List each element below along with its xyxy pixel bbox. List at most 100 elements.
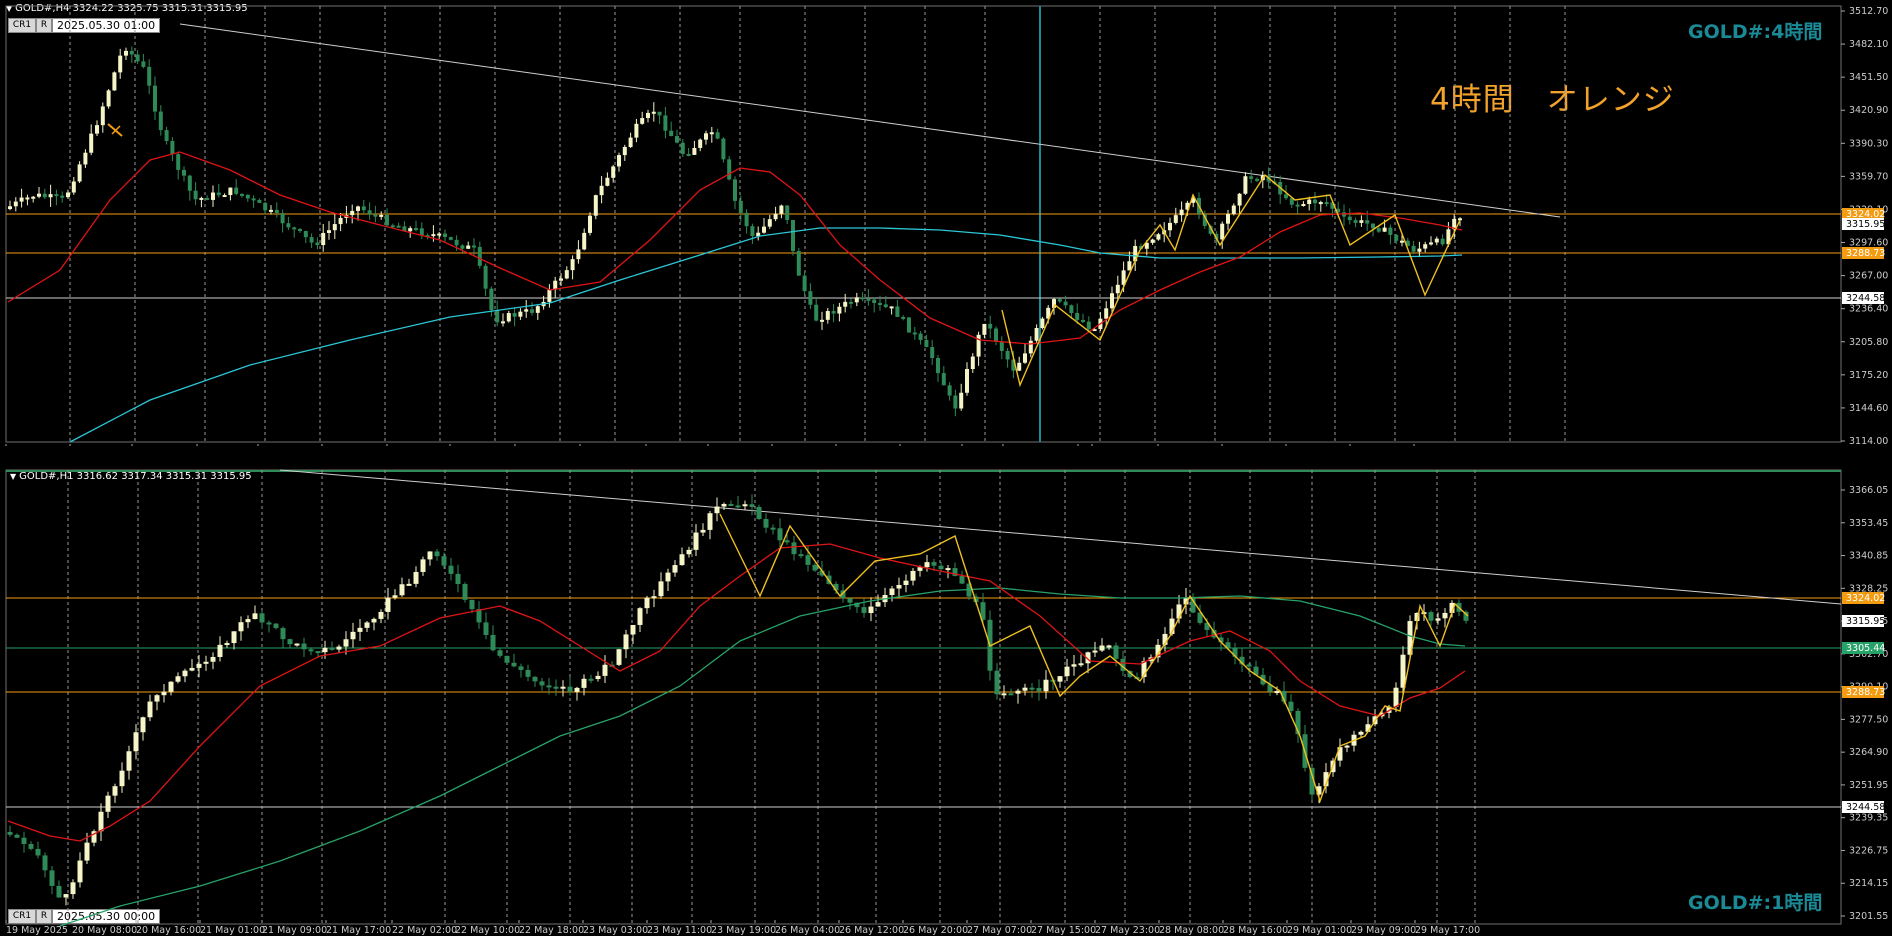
h4-candle: [19, 197, 24, 202]
h1-candle: [651, 596, 657, 599]
h4-candle: [269, 209, 273, 212]
h4-candle: [164, 130, 169, 141]
time-tick-label: 22 May 02:00: [392, 925, 457, 936]
price-tick-label: 3277.50: [1849, 714, 1888, 725]
h4-candle: [907, 317, 911, 333]
h1-candle: [483, 622, 489, 635]
h4-candle: [472, 245, 476, 248]
h4-candle: [1220, 223, 1225, 240]
h4-candle: [48, 194, 53, 198]
h4-candle: [1115, 284, 1120, 294]
h4-candle: [1429, 242, 1433, 245]
h1-candle: [350, 631, 356, 640]
h1-candle: [903, 580, 909, 585]
h1-price-chart[interactable]: 3366.053353.453340.853328.253315.953302.…: [0, 466, 1892, 936]
h4-candle: [1040, 318, 1045, 328]
h4-candle: [564, 270, 569, 279]
h1-candle: [315, 651, 321, 654]
h4-candle: [153, 85, 157, 112]
h4-candle: [280, 213, 285, 224]
h4-candle: [779, 205, 784, 214]
h1-candle: [679, 554, 685, 566]
h4-candle: [947, 385, 952, 396]
h4-candle: [332, 224, 337, 231]
h1-candle: [287, 639, 293, 645]
h4-candle: [698, 139, 703, 148]
h4-candle: [431, 234, 436, 237]
h1-candle: [1092, 650, 1098, 653]
h1-candle: [308, 649, 314, 652]
h4-candle: [959, 392, 964, 409]
h1-candle: [1099, 645, 1105, 651]
h1-candle: [959, 575, 965, 584]
h4-candle: [1075, 312, 1080, 320]
h4-candle: [785, 205, 790, 221]
time-tick-label: 21 May 01:00: [200, 925, 265, 936]
h4-candle: [495, 310, 500, 323]
h4-chart-window[interactable]: ▼ GOLD#,H4 3324.22 3325.75 3315.31 3315.9…: [0, 0, 1892, 446]
price-tick-label: 3201.55: [1849, 911, 1888, 922]
h1-candle: [133, 732, 139, 752]
h4-candle: [118, 55, 123, 73]
h4-candle: [773, 213, 778, 220]
h4-candle: [1313, 199, 1317, 204]
h4-candle: [460, 245, 465, 249]
h1-chart-window[interactable]: ▼ GOLD#,H1 3316.62 3317.34 3315.31 3315.9…: [0, 466, 1892, 936]
h4-candle: [100, 106, 105, 126]
h1-candle: [847, 598, 853, 603]
h4-candle: [808, 291, 813, 305]
h1-candle: [112, 786, 118, 796]
time-tick-label: 26 May 12:00: [839, 925, 904, 936]
price-tick-label: 3236.40: [1849, 304, 1888, 315]
h1-candle: [385, 597, 391, 612]
h1-candle: [875, 602, 881, 607]
h4-candle: [646, 112, 650, 119]
price-tick-label: 3239.35: [1849, 813, 1888, 824]
price-tick-label: 3482.10: [1849, 39, 1888, 50]
h4-candle: [66, 192, 70, 198]
h4-price-chart[interactable]: 3512.70 3482.10 3451.50 3420.90 3390.30 3359.…: [0, 0, 1892, 446]
h1-candle: [1358, 731, 1364, 735]
h4-candle: [437, 233, 442, 236]
h1-candle: [245, 619, 251, 623]
h1-candles: [7, 494, 1469, 906]
h1-candle: [84, 842, 90, 861]
h4-candle: [141, 61, 146, 67]
h4-candle: [25, 197, 30, 200]
h4-candle: [1388, 227, 1393, 235]
h1-candle: [742, 504, 748, 507]
h4-candle: [721, 138, 726, 160]
h1-candle: [98, 811, 104, 832]
h4-candle: [883, 304, 888, 308]
h1-trendline: [279, 469, 1842, 605]
h1-candle: [1029, 687, 1035, 690]
h1-candle: [1106, 645, 1112, 648]
h4-candle: [71, 181, 76, 193]
h1-candle: [238, 622, 244, 632]
h1-candle: [945, 568, 951, 571]
h4-candle: [796, 251, 801, 276]
h4-candle: [373, 214, 378, 217]
h4-candle: [1156, 234, 1161, 240]
h4-candle: [1023, 353, 1027, 363]
h1-candle: [588, 678, 594, 681]
h1-candle: [574, 687, 580, 692]
h4-candle: [379, 214, 384, 217]
h4-candle: [1255, 178, 1259, 181]
h4-candle: [518, 311, 523, 317]
h4-candle: [1243, 176, 1248, 194]
h4-candle: [251, 198, 256, 201]
h4-candle: [1301, 204, 1306, 207]
h4-candle: [767, 219, 772, 227]
h1-candle: [707, 513, 713, 530]
h1-candle: [511, 662, 517, 667]
h4-candle: [321, 232, 326, 246]
h1-candle: [567, 686, 573, 692]
h4-candle: [182, 169, 186, 176]
pencil-icon: [107, 123, 123, 137]
h1-candle: [1344, 745, 1350, 748]
time-tick-label: 26 May 20:00: [903, 925, 968, 936]
h4-candle: [1417, 248, 1422, 252]
price-tag-label: 3324.02: [1846, 593, 1885, 604]
h1-candle: [602, 664, 608, 676]
